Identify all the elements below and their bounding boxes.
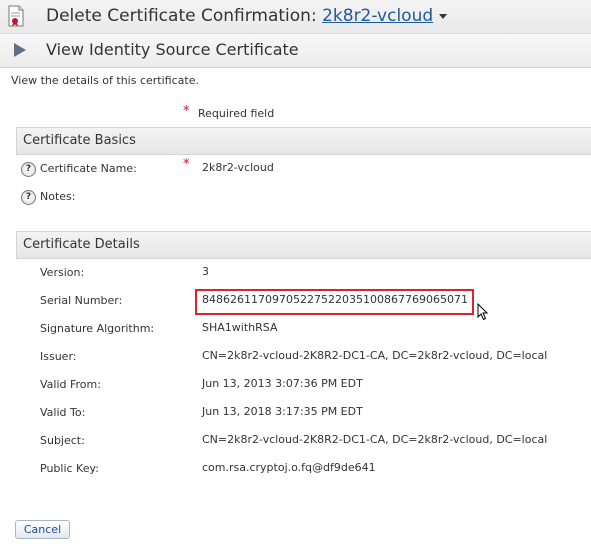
page-description: View the details of this certificate. <box>11 74 199 87</box>
detail-label-public-key: Public Key: <box>40 462 99 475</box>
section-title: Certificate Basics <box>23 133 136 148</box>
detail-value-public-key: com.rsa.cryptoj.o.fq@df9de641 <box>202 461 376 474</box>
detail-value-issuer: CN=2k8r2-vcloud-2K8R2-DC1-CA, DC=2k8r2-v… <box>202 349 548 362</box>
sub-title: View Identity Source Certificate <box>46 40 299 59</box>
certificate-name-label: Certificate Name: <box>40 162 137 175</box>
sub-header-bar: View Identity Source Certificate <box>0 34 591 68</box>
certificate-icon <box>8 5 24 27</box>
detail-label-signature-algorithm: Signature Algorithm: <box>40 322 155 335</box>
certificate-name-link[interactable]: 2k8r2-vcloud <box>322 6 433 26</box>
help-icon[interactable]: ? <box>21 162 36 177</box>
title-prefix: Delete Certificate Confirmation: <box>46 6 323 26</box>
detail-label-serial-number: Serial Number: <box>40 294 123 307</box>
detail-value-subject: CN=2k8r2-vcloud-2K8R2-DC1-CA, DC=2k8r2-v… <box>202 433 548 446</box>
detail-value-valid-to: Jun 13, 2018 3:17:35 PM EDT <box>202 405 363 418</box>
required-star: * <box>183 104 190 119</box>
mouse-cursor-icon <box>477 303 489 321</box>
page-title: Delete Certificate Confirmation: 2k8r2-v… <box>46 6 448 26</box>
detail-value-valid-from: Jun 13, 2013 3:07:36 PM EDT <box>202 377 363 390</box>
cancel-button[interactable]: Cancel <box>15 520 70 539</box>
detail-value-version: 3 <box>202 265 209 278</box>
notes-label: Notes: <box>40 190 76 203</box>
serial-number-highlight-box <box>195 289 474 315</box>
certificate-basics-header: Certificate Basics <box>16 127 591 155</box>
chevron-down-icon[interactable] <box>439 13 448 19</box>
detail-label-issuer: Issuer: <box>40 350 77 363</box>
required-star: * <box>183 157 190 172</box>
certificate-details-header: Certificate Details <box>16 231 591 259</box>
detail-label-valid-from: Valid From: <box>40 378 101 391</box>
title-bar: Delete Certificate Confirmation: 2k8r2-v… <box>0 0 591 34</box>
required-field-note: Required field <box>198 107 275 120</box>
certificate-name-value: 2k8r2-vcloud <box>202 161 274 174</box>
detail-label-version: Version: <box>40 266 85 279</box>
section-title: Certificate Details <box>23 237 140 252</box>
detail-label-subject: Subject: <box>40 434 85 447</box>
play-icon <box>14 43 26 57</box>
help-icon[interactable]: ? <box>21 190 36 205</box>
detail-label-valid-to: Valid To: <box>40 406 86 419</box>
detail-value-signature-algorithm: SHA1withRSA <box>202 321 278 334</box>
